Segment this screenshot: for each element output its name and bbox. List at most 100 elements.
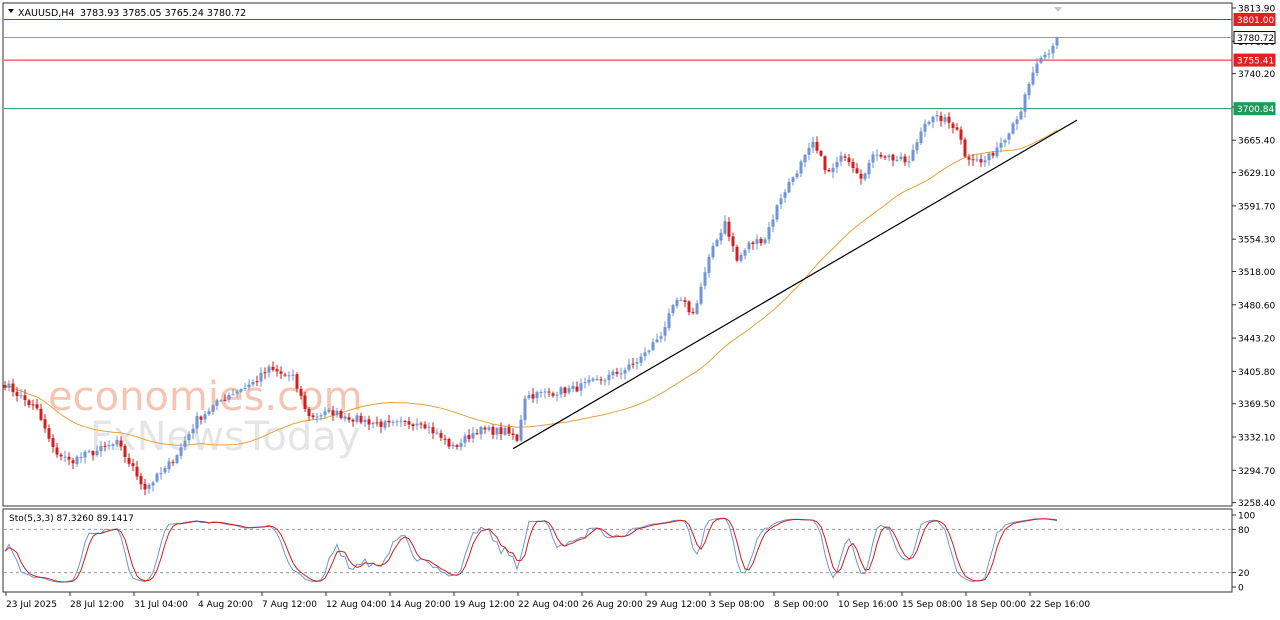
candle-body — [939, 115, 943, 122]
stoch-tick-label: 0 — [1238, 584, 1244, 594]
candle-body — [83, 451, 87, 458]
candle-body — [555, 394, 559, 396]
candle-body — [775, 205, 779, 220]
candle-body — [715, 240, 719, 247]
candle-body — [419, 423, 423, 425]
candle-body — [955, 127, 959, 130]
candle-body — [291, 374, 295, 376]
candle-body — [23, 395, 27, 401]
candle-body — [951, 123, 955, 129]
candle-body — [759, 238, 763, 244]
candle-body — [667, 313, 671, 328]
candle-body — [263, 372, 267, 374]
candle-body — [99, 445, 103, 451]
candle-body — [15, 391, 19, 397]
candle-body — [815, 141, 819, 151]
candle-body — [623, 370, 627, 374]
time-tick-label: 7 Aug 12:00 — [262, 600, 317, 610]
time-axis[interactable]: 23 Jul 2025 28 Jul 12:00 31 Jul 04:00 4 Aug… — [5, 592, 1090, 610]
candle-body — [1035, 63, 1039, 74]
candle-body — [1011, 123, 1015, 134]
candle-body — [967, 157, 971, 160]
candle-body — [927, 121, 931, 124]
candle-body — [295, 374, 299, 389]
price-tick-label: 3332.10 — [1238, 434, 1275, 444]
candle-body — [115, 440, 119, 445]
candle-body — [603, 380, 607, 382]
candle-body — [499, 427, 503, 435]
candle-body — [351, 419, 355, 422]
stoch-pane-frame — [2, 508, 1233, 593]
candle-body — [387, 420, 391, 423]
candle-body — [559, 387, 563, 395]
price-tick-label: 3443.20 — [1238, 335, 1275, 345]
candle-body — [807, 147, 811, 155]
level-labels: 3801.00 3780.72 3755.41 3700.84 — [1233, 12, 1276, 116]
candle-body — [319, 415, 323, 417]
candle-body — [835, 161, 839, 168]
candle-body — [155, 473, 159, 482]
candle-body — [875, 154, 879, 156]
candle-body — [3, 385, 7, 388]
candle-body — [895, 159, 899, 161]
candle-body — [675, 299, 679, 306]
candle-body — [311, 415, 315, 418]
candle-body — [367, 419, 371, 425]
price-axis[interactable]: 3813.903776.503740.203702.803665.403629.… — [1232, 5, 1275, 510]
price-tick-label: 3258.40 — [1238, 499, 1275, 509]
candle-body — [903, 156, 907, 163]
trendline[interactable] — [512, 119, 1078, 450]
candle-body — [523, 398, 527, 421]
candle-body — [963, 139, 967, 157]
time-tick-label: 26 Aug 20:00 — [582, 600, 643, 610]
candle-body — [859, 173, 863, 179]
candle-body — [635, 362, 639, 364]
triangle-down-icon[interactable] — [8, 9, 14, 13]
candle-body — [639, 356, 643, 363]
candle-body — [651, 342, 655, 351]
level-lines — [4, 18, 1232, 110]
candle-body — [339, 410, 343, 418]
candle-body — [879, 154, 883, 157]
candle-body — [1027, 84, 1031, 96]
candle-body — [679, 300, 683, 302]
candle-body — [1015, 119, 1019, 124]
candle-body — [383, 421, 387, 428]
candle-body — [595, 378, 599, 380]
candle-body — [235, 391, 239, 394]
price-chart[interactable]: economies.com FxNewsToday 3813.903776.50… — [0, 0, 1280, 616]
candle-body — [127, 457, 131, 464]
support-trendline — [512, 119, 1078, 450]
candle-body — [843, 156, 847, 158]
stoch-tick-label: 100 — [1238, 512, 1255, 522]
candle-body — [611, 371, 615, 376]
candle-body — [1007, 133, 1011, 140]
candle-body — [919, 131, 923, 143]
candle-body — [411, 424, 415, 427]
candle-body — [995, 147, 999, 157]
candle-body — [391, 421, 395, 423]
candle-body — [711, 245, 715, 258]
candle-body — [991, 153, 995, 156]
candle-body — [535, 392, 539, 399]
candle-body — [327, 409, 331, 412]
candle-body — [87, 451, 91, 453]
candle-body — [703, 272, 707, 286]
stoch-title: Sto(5,3,3) 87.3260 89.1417 — [9, 514, 134, 524]
time-tick-label: 10 Sep 16:00 — [838, 600, 898, 610]
level-price-tag-label: 3700.84 — [1237, 105, 1274, 115]
symbol-label: XAUUSD,H4 — [18, 8, 74, 19]
candle-body — [935, 114, 939, 117]
candle-body — [547, 391, 551, 393]
candle-body — [1019, 111, 1023, 120]
candle-body — [931, 116, 935, 123]
candle-body — [691, 312, 695, 314]
candle-body — [503, 428, 507, 435]
candle-body — [131, 463, 135, 467]
candle-body — [719, 232, 723, 241]
candle-body — [751, 242, 755, 245]
chart-window[interactable]: economies.com FxNewsToday 3813.903776.50… — [0, 0, 1280, 616]
candle-body — [507, 427, 511, 434]
candle-body — [1003, 140, 1007, 143]
shift-marker-icon[interactable] — [1054, 7, 1062, 12]
